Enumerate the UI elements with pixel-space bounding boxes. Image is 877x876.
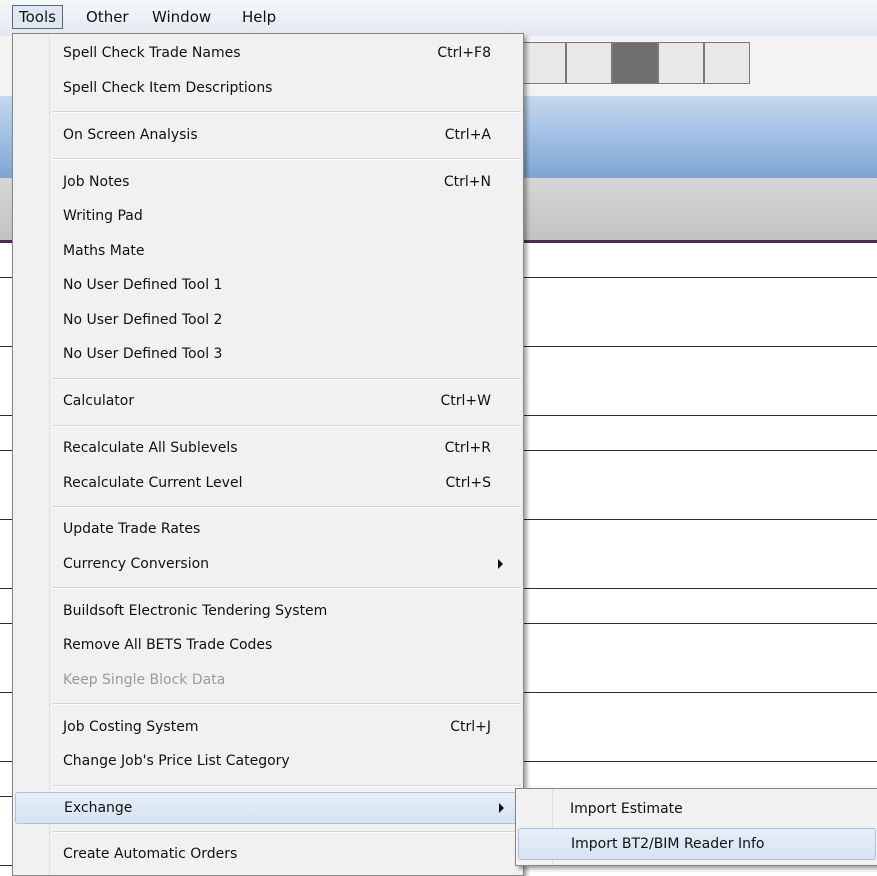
- menu-item-create-automatic-orders[interactable]: Create Automatic Orders: [15, 839, 519, 869]
- menu-item-job-costing-system[interactable]: Job Costing System Ctrl+J: [15, 712, 519, 742]
- menu-item-user-tool-3[interactable]: No User Defined Tool 3: [15, 339, 519, 369]
- menu-item-label: Create Automatic Orders: [63, 846, 238, 862]
- menu-item-shortcut: Ctrl+N: [443, 174, 491, 190]
- menu-item-label: Calculator: [63, 393, 135, 409]
- menu-item-keep-single-block-data: Keep Single Block Data: [15, 665, 519, 695]
- menu-separator: [53, 506, 521, 508]
- menu-item-label: Keep Single Block Data: [63, 672, 226, 688]
- menu-separator: [53, 111, 521, 113]
- menu-item-label: Maths Mate: [63, 243, 145, 259]
- menu-separator: [53, 425, 521, 427]
- menu-separator: [53, 587, 521, 589]
- submenu-item-import-bt2-bim-reader-info[interactable]: Import BT2/BIM Reader Info: [518, 828, 876, 860]
- menu-item-label: Change Job's Price List Category: [63, 753, 290, 769]
- menu-item-label: Exchange: [64, 800, 133, 816]
- toolbar-tool-icon[interactable]: [612, 42, 658, 84]
- exchange-submenu: Import Estimate Import BT2/BIM Reader In…: [515, 788, 877, 866]
- toolbar-tool-icon[interactable]: [658, 42, 704, 84]
- menu-item-recalculate-current-level[interactable]: Recalculate Current Level Ctrl+S: [15, 468, 519, 498]
- menu-separator: [53, 785, 521, 787]
- menu-item-shortcut: Ctrl+A: [444, 127, 491, 143]
- menu-item-exchange[interactable]: Exchange: [15, 792, 521, 824]
- menu-item-label: Spell Check Item Descriptions: [63, 80, 273, 96]
- menu-item-user-tool-1[interactable]: No User Defined Tool 1: [15, 270, 519, 300]
- menu-item-change-price-list-category[interactable]: Change Job's Price List Category: [15, 746, 519, 776]
- menu-item-maths-mate[interactable]: Maths Mate: [15, 236, 519, 266]
- menu-item-spell-check-item-descriptions[interactable]: Spell Check Item Descriptions: [15, 73, 519, 103]
- menu-item-label: Buildsoft Electronic Tendering System: [63, 603, 328, 619]
- menu-item-shortcut: Ctrl+R: [444, 440, 491, 456]
- menu-help[interactable]: Help: [236, 6, 282, 28]
- menu-item-label: Recalculate All Sublevels: [63, 440, 238, 456]
- menu-bar: Tools Other Window Help: [0, 0, 877, 37]
- menu-item-currency-conversion[interactable]: Currency Conversion: [15, 549, 519, 579]
- menu-item-recalculate-all-sublevels[interactable]: Recalculate All Sublevels Ctrl+R: [15, 433, 519, 463]
- menu-item-user-tool-2[interactable]: No User Defined Tool 2: [15, 305, 519, 335]
- menu-item-label: Spell Check Trade Names: [63, 45, 241, 61]
- menu-other[interactable]: Other: [80, 6, 135, 28]
- menu-item-label: On Screen Analysis: [63, 127, 198, 143]
- menu-item-label: Writing Pad: [63, 208, 143, 224]
- menu-item-shortcut: Ctrl+S: [445, 475, 491, 491]
- tools-dropdown-menu: Spell Check Trade Names Ctrl+F8 Spell Ch…: [12, 33, 524, 876]
- menu-item-label: Import BT2/BIM Reader Info: [571, 836, 765, 852]
- toolbar-tool-icon[interactable]: [566, 42, 612, 84]
- menu-tools[interactable]: Tools: [12, 5, 63, 29]
- menu-item-remove-bets-trade-codes[interactable]: Remove All BETS Trade Codes: [15, 630, 519, 660]
- menu-item-job-notes[interactable]: Job Notes Ctrl+N: [15, 167, 519, 197]
- menu-item-on-screen-analysis[interactable]: On Screen Analysis Ctrl+A: [15, 120, 519, 150]
- submenu-arrow-icon: [498, 559, 503, 569]
- menu-separator: [53, 831, 521, 833]
- submenu-item-import-estimate[interactable]: Import Estimate: [518, 794, 874, 824]
- toolbar-tool-icon[interactable]: [520, 42, 566, 84]
- menu-item-shortcut: Ctrl+W: [440, 393, 491, 409]
- menu-item-buildsoft-electronic-tendering[interactable]: Buildsoft Electronic Tendering System: [15, 596, 519, 626]
- menu-item-label: Job Costing System: [63, 719, 199, 735]
- menu-separator: [53, 378, 521, 380]
- submenu-arrow-icon: [499, 803, 504, 813]
- menu-item-label: Import Estimate: [570, 801, 683, 817]
- menu-item-spell-check-trade-names[interactable]: Spell Check Trade Names Ctrl+F8: [15, 38, 519, 68]
- menu-item-shortcut: Ctrl+F8: [437, 45, 491, 61]
- menu-item-label: Recalculate Current Level: [63, 475, 243, 491]
- menu-item-label: Update Trade Rates: [63, 521, 201, 537]
- menu-item-label: No User Defined Tool 1: [63, 277, 223, 293]
- toolbar-tool-icon[interactable]: [704, 42, 750, 84]
- menu-item-calculator[interactable]: Calculator Ctrl+W: [15, 386, 519, 416]
- menu-item-label: Job Notes: [63, 174, 130, 190]
- menu-item-label: Remove All BETS Trade Codes: [63, 637, 273, 653]
- menu-separator: [53, 703, 521, 705]
- menu-separator: [53, 158, 521, 160]
- menu-item-label: No User Defined Tool 3: [63, 346, 223, 362]
- menu-item-writing-pad[interactable]: Writing Pad: [15, 201, 519, 231]
- menu-item-label: Currency Conversion: [63, 556, 210, 572]
- menu-item-shortcut: Ctrl+J: [450, 719, 491, 735]
- menu-item-label: No User Defined Tool 2: [63, 312, 223, 328]
- menu-window[interactable]: Window: [146, 6, 217, 28]
- menu-item-update-trade-rates[interactable]: Update Trade Rates: [15, 514, 519, 544]
